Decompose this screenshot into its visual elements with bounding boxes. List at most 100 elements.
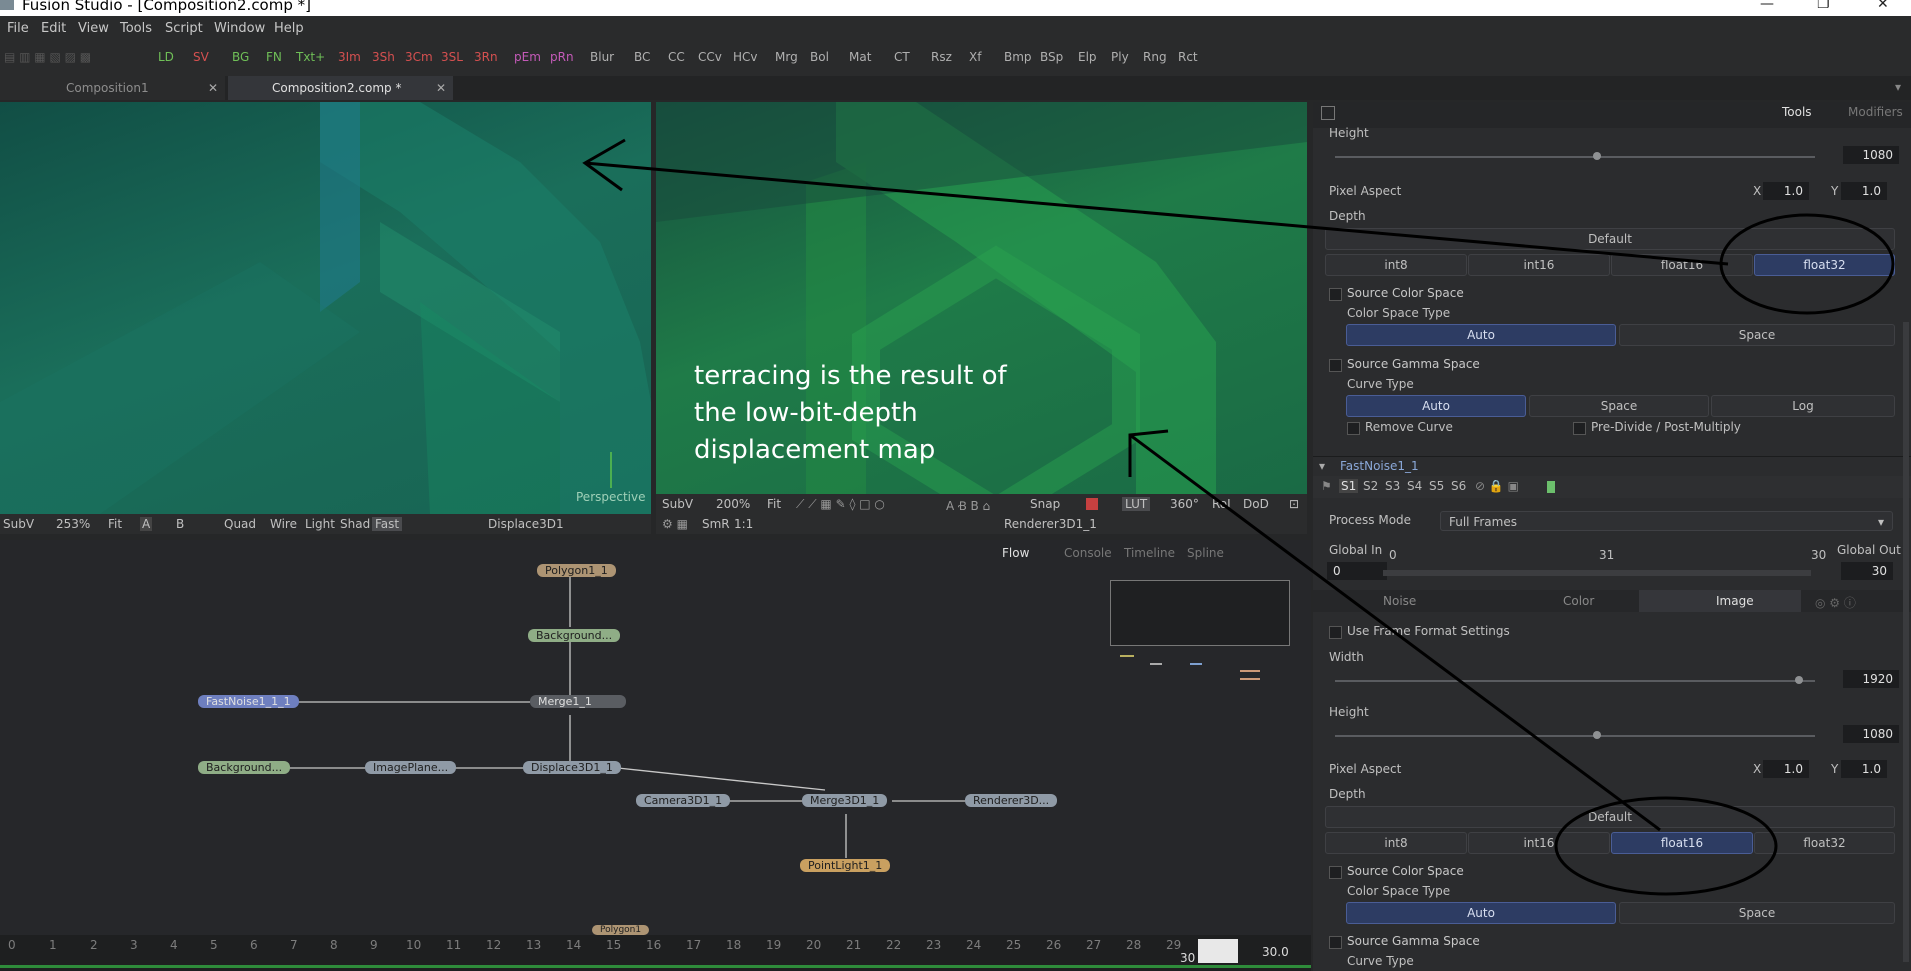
tab-settings-icons[interactable]: ◎ ⚙ ⓘ (1815, 594, 1856, 611)
collapse-icon[interactable] (1321, 106, 1335, 120)
cs-auto-button-2[interactable]: Auto (1346, 902, 1616, 924)
tool-elp[interactable]: Elp (1078, 50, 1097, 64)
tool-blur[interactable]: Blur (590, 50, 614, 64)
tool-ct[interactable]: CT (894, 50, 910, 64)
tool-prn[interactable]: pRn (550, 50, 574, 64)
use-frame-format-checkbox[interactable] (1329, 626, 1342, 639)
source-color-space-toggle[interactable] (1329, 288, 1342, 301)
tool-rsz[interactable]: Rsz (931, 50, 952, 64)
channel-icons[interactable]: A Ꞗ B ⌂ (946, 497, 990, 514)
viewer-right[interactable]: terracing is the result of the low-bit-d… (656, 102, 1307, 494)
depth-float16-button[interactable]: float16 (1611, 254, 1753, 276)
slot-s4[interactable]: S4 (1407, 479, 1422, 493)
node-polygon1-1[interactable]: Polygon1_1 (537, 564, 616, 577)
height-slider[interactable] (1335, 156, 1815, 158)
expand-arrow-icon[interactable]: ▾ (1319, 459, 1325, 473)
depth-float32-button-2[interactable]: float32 (1754, 832, 1895, 854)
depth-float16-button-2[interactable]: float16 (1611, 832, 1753, 854)
tool-ld[interactable]: LD (158, 50, 174, 64)
depth-default-button-2[interactable]: Default (1325, 806, 1895, 828)
time-ruler[interactable]: 0 1 2 3 4 5 6 7 8 9 10 11 12 13 14 15 16… (0, 935, 1311, 971)
color-channel-icon[interactable] (1086, 498, 1098, 510)
tool-state-icons[interactable]: ⊘ 🔒 ▣ (1475, 479, 1519, 493)
tool-rng[interactable]: Rng (1143, 50, 1167, 64)
tool-mat[interactable]: Mat (849, 50, 871, 64)
depth-default-button[interactable]: Default (1325, 228, 1895, 250)
snap-button[interactable]: Snap (1030, 497, 1060, 511)
viewer-left[interactable]: Perspective (0, 102, 651, 514)
close-tab-icon[interactable]: ✕ (208, 76, 218, 100)
maximize-button[interactable]: ❐ (1817, 0, 1830, 12)
subview-button[interactable]: SubV (3, 517, 34, 531)
tool-bmp[interactable]: Bmp (1004, 50, 1032, 64)
subview-button[interactable]: SubV (662, 497, 693, 511)
height-value[interactable]: 1080 (1843, 146, 1899, 164)
node-background-2[interactable]: Background... (198, 761, 291, 774)
depth-int16-button[interactable]: int16 (1468, 254, 1610, 276)
process-mode-select[interactable]: Full Frames ▾ (1440, 511, 1893, 531)
menu-file[interactable]: File (7, 21, 29, 36)
ratio-button[interactable]: 1:1 (734, 517, 753, 531)
height-slider-2[interactable] (1335, 735, 1815, 737)
slot-s6[interactable]: S6 (1451, 479, 1466, 493)
menu-window[interactable]: Window (214, 21, 265, 36)
tool-bol[interactable]: Bol (810, 50, 829, 64)
source-color-space-toggle-2[interactable] (1329, 866, 1342, 879)
smr-button[interactable]: SmR (702, 517, 730, 531)
gamma-auto-button[interactable]: Auto (1346, 395, 1526, 417)
slot-s2[interactable]: S2 (1363, 479, 1378, 493)
source-gamma-toggle-2[interactable] (1329, 936, 1342, 949)
a-buffer-button[interactable]: A (140, 517, 153, 531)
node-merge1-1[interactable]: Merge1_1 (530, 695, 626, 708)
slot-s3[interactable]: S3 (1385, 479, 1400, 493)
tool-ply[interactable]: Ply (1111, 50, 1129, 64)
height-value-2[interactable]: 1080 (1843, 725, 1899, 743)
node-imageplane[interactable]: ImagePlane... (365, 761, 457, 774)
tool-bsp[interactable]: BSp (1040, 50, 1063, 64)
source-gamma-toggle[interactable] (1329, 359, 1342, 372)
wire-button[interactable]: Wire (270, 517, 297, 531)
aspect-y-value[interactable]: 1.0 (1841, 182, 1887, 200)
predivide-checkbox[interactable] (1573, 422, 1586, 435)
slot-s5[interactable]: S5 (1429, 479, 1444, 493)
zoom-readout[interactable]: 253% (56, 517, 90, 531)
tool-3cm[interactable]: 3Cm (405, 50, 433, 64)
tool-bg[interactable]: BG (232, 50, 249, 64)
viewer-tools-icon[interactable]: ⟋ ⟋ ▦ ✎ ◊ □ ○ (796, 497, 885, 512)
b-buffer-button[interactable]: B (176, 517, 184, 531)
cs-space-button[interactable]: Space (1619, 324, 1895, 346)
menu-help[interactable]: Help (274, 21, 304, 36)
tab-modifiers[interactable]: Modifiers (1848, 105, 1903, 119)
cs-space-button-2[interactable]: Space (1619, 902, 1895, 924)
tool-header[interactable]: ▾ FastNoise1_1 (1313, 456, 1911, 477)
settings-icon[interactable]: ⚙ ▦ (662, 517, 688, 531)
layout-icon[interactable]: ▤ ▥ ▦ ▧ ▨ ▩ (4, 50, 91, 64)
tab-color[interactable]: Color (1563, 594, 1594, 608)
tool-cc[interactable]: CC (668, 50, 685, 64)
node-fastnoise1-1-1[interactable]: FastNoise1_1_1 (198, 695, 299, 708)
tool-xf[interactable]: Xf (969, 50, 981, 64)
tool-3im[interactable]: 3Im (338, 50, 361, 64)
menu-script[interactable]: Script (165, 21, 203, 36)
slot-s1[interactable]: S1 (1339, 479, 1359, 493)
tab-noise[interactable]: Noise (1383, 594, 1416, 608)
menu-edit[interactable]: Edit (41, 21, 66, 36)
tab-composition1[interactable]: Composition1 ✕ (0, 76, 225, 100)
global-out-value[interactable]: 30 (1841, 562, 1893, 580)
tab-tools[interactable]: Tools (1782, 105, 1812, 119)
width-slider-knob[interactable] (1795, 676, 1803, 684)
dod-button[interactable]: DoD (1243, 497, 1269, 511)
minimize-button[interactable]: — (1760, 0, 1774, 12)
tool-rct[interactable]: Rct (1178, 50, 1198, 64)
tab-composition2[interactable]: Composition2.comp * ✕ (228, 76, 453, 100)
height-slider-knob-2[interactable] (1593, 731, 1601, 739)
tool-ccv[interactable]: CCv (698, 50, 722, 64)
node-merge3d1-1[interactable]: Merge3D1_1 (802, 794, 888, 807)
cs-auto-button[interactable]: Auto (1346, 324, 1616, 346)
fit-button[interactable]: Fit (767, 497, 781, 511)
remove-curve-checkbox[interactable] (1347, 422, 1360, 435)
tool-pem[interactable]: pEm (514, 50, 541, 64)
close-tab-icon[interactable]: ✕ (436, 76, 446, 100)
tool-txt[interactable]: Txt+ (296, 50, 325, 64)
depth-int16-button-2[interactable]: int16 (1468, 832, 1610, 854)
